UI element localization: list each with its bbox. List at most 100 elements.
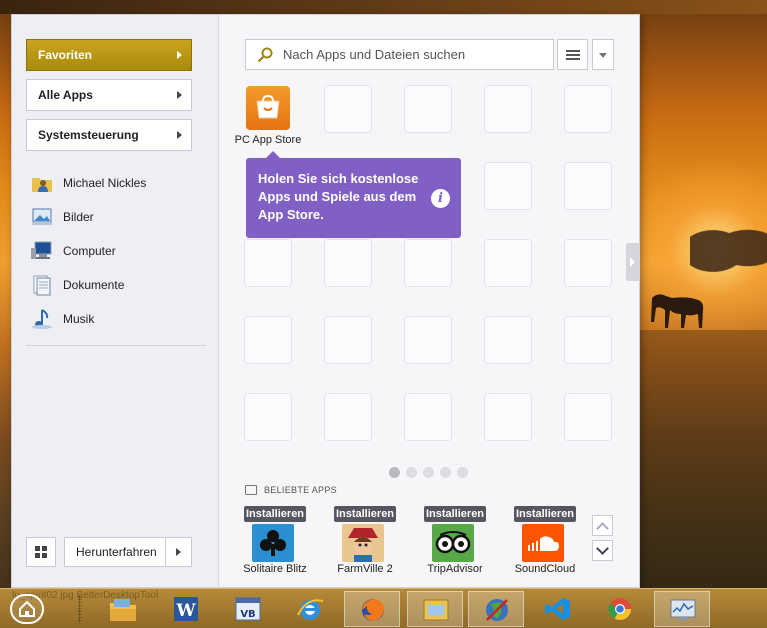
scroll-up-button[interactable]	[592, 515, 613, 536]
taskbar-firefox[interactable]	[344, 591, 400, 627]
wallpaper-field	[640, 330, 767, 588]
left-pane: Favoriten Alle Apps Systemsteuerung Mich…	[12, 15, 219, 587]
empty-app-slot[interactable]	[324, 239, 372, 287]
install-button[interactable]: Installieren	[334, 506, 396, 522]
popular-app-name: Solitaire Blitz	[243, 563, 307, 575]
place-music-label: Musik	[63, 312, 95, 326]
tripadvisor-icon	[432, 524, 474, 562]
empty-app-slot[interactable]	[324, 393, 372, 441]
taskbar-chrome[interactable]	[592, 591, 648, 627]
search-box[interactable]	[245, 39, 554, 70]
empty-app-slot[interactable]	[484, 239, 532, 287]
empty-app-slot[interactable]	[484, 162, 532, 210]
user-folder-icon	[30, 172, 54, 194]
place-user[interactable]: Michael Nickles	[30, 171, 146, 195]
file-explorer-icon	[110, 599, 136, 621]
control-panel-button[interactable]: Systemsteuerung	[26, 119, 192, 151]
empty-app-slot[interactable]	[244, 239, 292, 287]
bag-icon	[245, 485, 257, 495]
popular-app-name: FarmVille 2	[337, 563, 393, 575]
empty-app-slot[interactable]	[244, 393, 292, 441]
popular-apps-title: BELIEBTE APPS	[264, 485, 337, 495]
visual-basic-icon: VB	[235, 597, 261, 621]
all-apps-label: Alle Apps	[38, 88, 93, 102]
taskbar-word[interactable]: W	[158, 591, 214, 627]
app-store-tooltip: Holen Sie sich kostenlose Apps und Spiel…	[246, 151, 461, 238]
page-dot[interactable]	[440, 467, 451, 478]
empty-app-slot[interactable]	[404, 393, 452, 441]
taskbar-resource-monitor[interactable]	[654, 591, 710, 627]
page-dot[interactable]	[389, 467, 400, 478]
shutdown-button[interactable]: Herunterfahren	[64, 537, 166, 567]
left-divider	[26, 345, 206, 346]
page-dot[interactable]	[457, 467, 468, 478]
taskbar-window-explorer[interactable]	[407, 591, 463, 627]
empty-app-slot[interactable]	[564, 316, 612, 364]
pc-app-store-label: PC App Store	[234, 134, 302, 146]
shopping-bag-icon	[256, 94, 280, 119]
taskbar-globe[interactable]	[468, 591, 524, 627]
soundcloud-icon	[522, 524, 564, 562]
page-dot[interactable]	[406, 467, 417, 478]
place-pictures[interactable]: Bilder	[30, 205, 94, 229]
empty-app-slot[interactable]	[484, 316, 532, 364]
chevron-right-icon	[177, 51, 182, 59]
empty-app-slot[interactable]	[564, 85, 612, 133]
desktop-top-strip	[0, 0, 767, 14]
place-documents-label: Dokumente	[63, 278, 125, 292]
popular-apps-heading: BELIEBTE APPS	[245, 483, 337, 497]
tiles-view-button[interactable]	[26, 537, 56, 567]
place-music[interactable]: Musik	[30, 307, 94, 331]
empty-app-slot[interactable]	[324, 316, 372, 364]
empty-app-slot[interactable]	[564, 162, 612, 210]
pc-app-store-tile[interactable]	[246, 86, 290, 130]
place-computer[interactable]: Computer	[30, 239, 116, 263]
internet-explorer-icon	[297, 599, 324, 620]
install-button[interactable]: Installieren	[424, 506, 486, 522]
info-icon[interactable]: i	[431, 189, 450, 208]
scroll-down-button[interactable]	[592, 540, 613, 561]
svg-text:W: W	[175, 601, 196, 621]
favorites-button[interactable]: Favoriten	[26, 39, 192, 71]
page-dot[interactable]	[423, 467, 434, 478]
all-apps-button[interactable]: Alle Apps	[26, 79, 192, 111]
taskbar-gripper[interactable]	[78, 595, 82, 623]
place-documents[interactable]: Dokumente	[30, 273, 124, 297]
word-icon: W	[174, 597, 198, 621]
install-button[interactable]: Installieren	[244, 506, 306, 522]
empty-app-slot[interactable]	[324, 85, 372, 133]
search-input[interactable]	[283, 47, 543, 62]
home-icon	[19, 600, 35, 617]
empty-app-slot[interactable]	[564, 393, 612, 441]
view-dropdown-button[interactable]	[592, 39, 614, 70]
shutdown-options-button[interactable]	[165, 537, 192, 567]
place-pictures-label: Bilder	[63, 210, 94, 224]
empty-app-slot[interactable]	[404, 85, 452, 133]
taskbar-explorer[interactable]	[95, 591, 151, 627]
empty-app-slot[interactable]	[404, 316, 452, 364]
chrome-icon	[608, 598, 631, 620]
list-view-button[interactable]	[557, 39, 588, 70]
globe-icon	[486, 599, 508, 621]
empty-app-slot[interactable]	[404, 239, 452, 287]
expand-tab[interactable]	[626, 243, 640, 281]
farmville-icon	[342, 524, 384, 562]
firefox-icon	[362, 599, 384, 621]
start-menu: Favoriten Alle Apps Systemsteuerung Mich…	[11, 14, 640, 588]
resource-monitor-icon	[670, 599, 696, 620]
empty-app-slot[interactable]	[244, 316, 292, 364]
visual-studio-icon	[545, 598, 570, 620]
taskbar-vb[interactable]: VB	[220, 591, 276, 627]
empty-app-slot[interactable]	[484, 85, 532, 133]
search-icon	[257, 47, 273, 63]
shutdown-label: Herunterfahren	[76, 545, 157, 559]
taskbar-ie[interactable]	[282, 591, 338, 627]
empty-app-slot[interactable]	[484, 393, 532, 441]
start-button[interactable]	[10, 594, 44, 624]
taskbar-visual-studio[interactable]	[530, 591, 586, 627]
solitaire-icon	[252, 524, 294, 562]
empty-app-slot[interactable]	[564, 239, 612, 287]
page-indicator	[389, 467, 468, 478]
install-button[interactable]: Installieren	[514, 506, 576, 522]
chevron-right-icon	[177, 131, 182, 139]
